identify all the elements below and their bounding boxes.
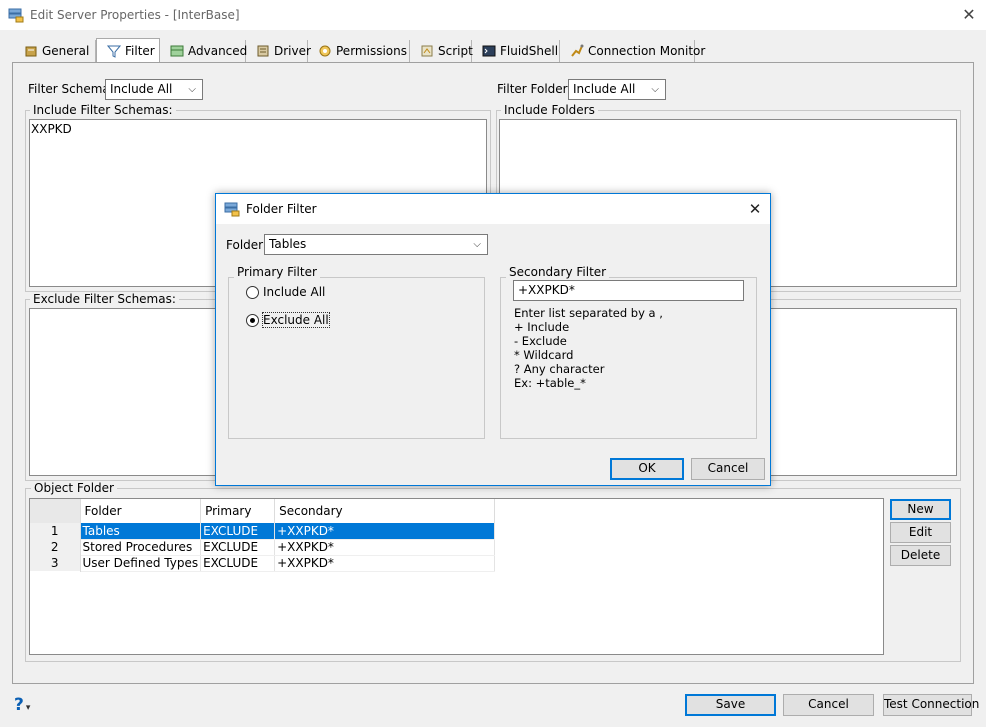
cell-secondary[interactable]: +XXPKD* <box>274 523 496 540</box>
help-label: ? <box>14 695 24 715</box>
server-app-icon <box>224 202 240 217</box>
table-row[interactable]: 3 User Defined Types EXCLUDE +XXPKD* <box>30 555 496 572</box>
filter-folders-select[interactable]: Include All ⌵ <box>568 79 666 100</box>
exclude-schemas-title: Exclude Filter Schemas: <box>30 292 179 306</box>
include-schemas-title: Include Filter Schemas: <box>30 103 176 117</box>
tab-general[interactable]: General <box>14 40 96 62</box>
dialog-cancel-button[interactable]: Cancel <box>691 458 765 480</box>
general-icon <box>24 44 38 58</box>
tab-label: FluidShell <box>500 44 559 58</box>
dialog-ok-button[interactable]: OK <box>610 458 684 480</box>
fluidshell-icon <box>482 44 496 58</box>
hint-line: + Include <box>514 320 570 334</box>
driver-icon <box>256 44 270 58</box>
radio-circle <box>246 285 259 299</box>
table-row[interactable]: 1 Tables EXCLUDE +XXPKD* <box>30 523 496 540</box>
tab-advanced[interactable]: Advanced <box>160 40 248 62</box>
new-folder-button[interactable]: New <box>890 499 951 520</box>
tab-label: Connection Monitor <box>588 44 706 58</box>
object-folder-table-container: Folder Primary Secondary 1 Tables EXCLUD… <box>29 498 884 655</box>
hint-line: - Exclude <box>514 334 567 348</box>
filter-icon <box>106 44 122 58</box>
edit-folder-button[interactable]: Edit <box>890 522 951 543</box>
tab-permissions[interactable]: Permissions <box>308 40 410 62</box>
dialog-title: Folder Filter <box>246 202 317 216</box>
tab-connection-monitor[interactable]: Connection Monitor <box>560 40 705 62</box>
tab-label: Permissions <box>336 44 407 58</box>
window-close-icon[interactable]: ✕ <box>960 6 978 24</box>
hint-line: Enter list separated by a , <box>514 306 663 320</box>
row-number: 3 <box>30 555 81 571</box>
table-header-row: Folder Primary Secondary <box>30 499 496 523</box>
tab-label: Filter <box>125 43 155 58</box>
tab-label: General <box>42 44 90 58</box>
dialog-title-bar: Folder Filter ✕ <box>216 194 770 224</box>
cell-primary[interactable]: EXCLUDE <box>200 539 276 556</box>
tab-label: Script <box>438 44 473 58</box>
filter-schemas-value: Include All <box>110 82 173 96</box>
delete-folder-button[interactable]: Delete <box>890 545 951 566</box>
column-header-secondary[interactable]: Secondary <box>274 499 496 523</box>
dialog-folder-select[interactable]: Tables ⌵ <box>264 234 488 255</box>
help-icon[interactable]: ? ▾ <box>14 695 30 715</box>
row-number: 2 <box>30 539 81 555</box>
tab-driver[interactable]: Driver <box>246 40 311 62</box>
tab-fluidshell[interactable]: FluidShell <box>472 40 560 62</box>
filter-folders-label: Filter Folders: <box>497 82 578 96</box>
chevron-down-icon: ⌵ <box>651 84 659 95</box>
hint-line: * Wildcard <box>514 348 574 362</box>
dialog-close-icon[interactable]: ✕ <box>746 200 764 218</box>
object-folder-table: Folder Primary Secondary 1 Tables EXCLUD… <box>30 499 496 572</box>
radio-circle-selected <box>246 313 259 327</box>
exclude-all-radio[interactable]: Exclude All <box>246 312 330 328</box>
cancel-button[interactable]: Cancel <box>783 694 874 716</box>
window-title: Edit Server Properties - [InterBase] <box>30 8 240 22</box>
save-button[interactable]: Save <box>685 694 776 716</box>
column-header-primary[interactable]: Primary <box>200 499 276 523</box>
secondary-filter-value: +XXPKD* <box>518 283 575 297</box>
primary-filter-title: Primary Filter <box>234 265 320 279</box>
filter-folders-value: Include All <box>573 82 636 96</box>
list-item[interactable]: XXPKD <box>30 120 486 136</box>
secondary-filter-input[interactable]: +XXPKD* <box>513 280 744 301</box>
hint-line: ? Any character <box>514 362 605 376</box>
dialog-folder-value: Tables <box>269 237 307 251</box>
table-corner-cell <box>30 499 81 523</box>
chevron-down-icon: ⌵ <box>188 84 196 95</box>
secondary-filter-title: Secondary Filter <box>506 265 610 279</box>
chevron-down-icon: ⌵ <box>473 239 481 250</box>
cell-folder[interactable]: Tables <box>80 523 202 540</box>
tab-label: Advanced <box>188 44 248 58</box>
cell-primary[interactable]: EXCLUDE <box>200 555 276 572</box>
cell-folder[interactable]: User Defined Types <box>80 555 202 572</box>
cell-primary[interactable]: EXCLUDE <box>200 523 276 540</box>
cell-folder[interactable]: Stored Procedures <box>80 539 202 556</box>
include-all-label: Include All <box>263 285 326 299</box>
advanced-icon <box>170 44 184 58</box>
tab-script[interactable]: Script <box>410 40 473 62</box>
exclude-all-label: Exclude All <box>262 312 330 328</box>
table-row[interactable]: 2 Stored Procedures EXCLUDE +XXPKD* <box>30 539 496 556</box>
tab-label: Driver <box>274 44 311 58</box>
test-connection-button[interactable]: Test Connection <box>883 694 979 716</box>
server-app-icon <box>8 8 24 23</box>
dialog-folder-label: Folder: <box>226 238 267 252</box>
cell-secondary[interactable]: +XXPKD* <box>274 539 496 556</box>
column-header-folder[interactable]: Folder <box>80 499 202 523</box>
hint-line: Ex: +table_* <box>514 376 586 390</box>
include-folders-title: Include Folders <box>501 103 598 117</box>
cell-secondary[interactable]: +XXPKD* <box>274 555 496 572</box>
tab-filter[interactable]: Filter <box>96 38 160 62</box>
filter-schemas-select[interactable]: Include All ⌵ <box>105 79 203 100</box>
object-folder-title: Object Folder <box>31 481 117 495</box>
folder-filter-dialog: Folder Filter ✕ Folder: Tables ⌵ Primary… <box>215 193 771 486</box>
primary-filter-group <box>228 277 485 439</box>
window-title-bar: Edit Server Properties - [InterBase] ✕ <box>0 0 986 30</box>
permissions-icon <box>318 44 332 58</box>
include-all-radio[interactable]: Include All <box>246 285 325 299</box>
filter-syntax-hint: Enter list separated by a , + Include - … <box>514 306 663 390</box>
connection-monitor-icon <box>570 44 584 58</box>
row-number: 1 <box>30 523 81 539</box>
script-icon <box>420 44 434 58</box>
